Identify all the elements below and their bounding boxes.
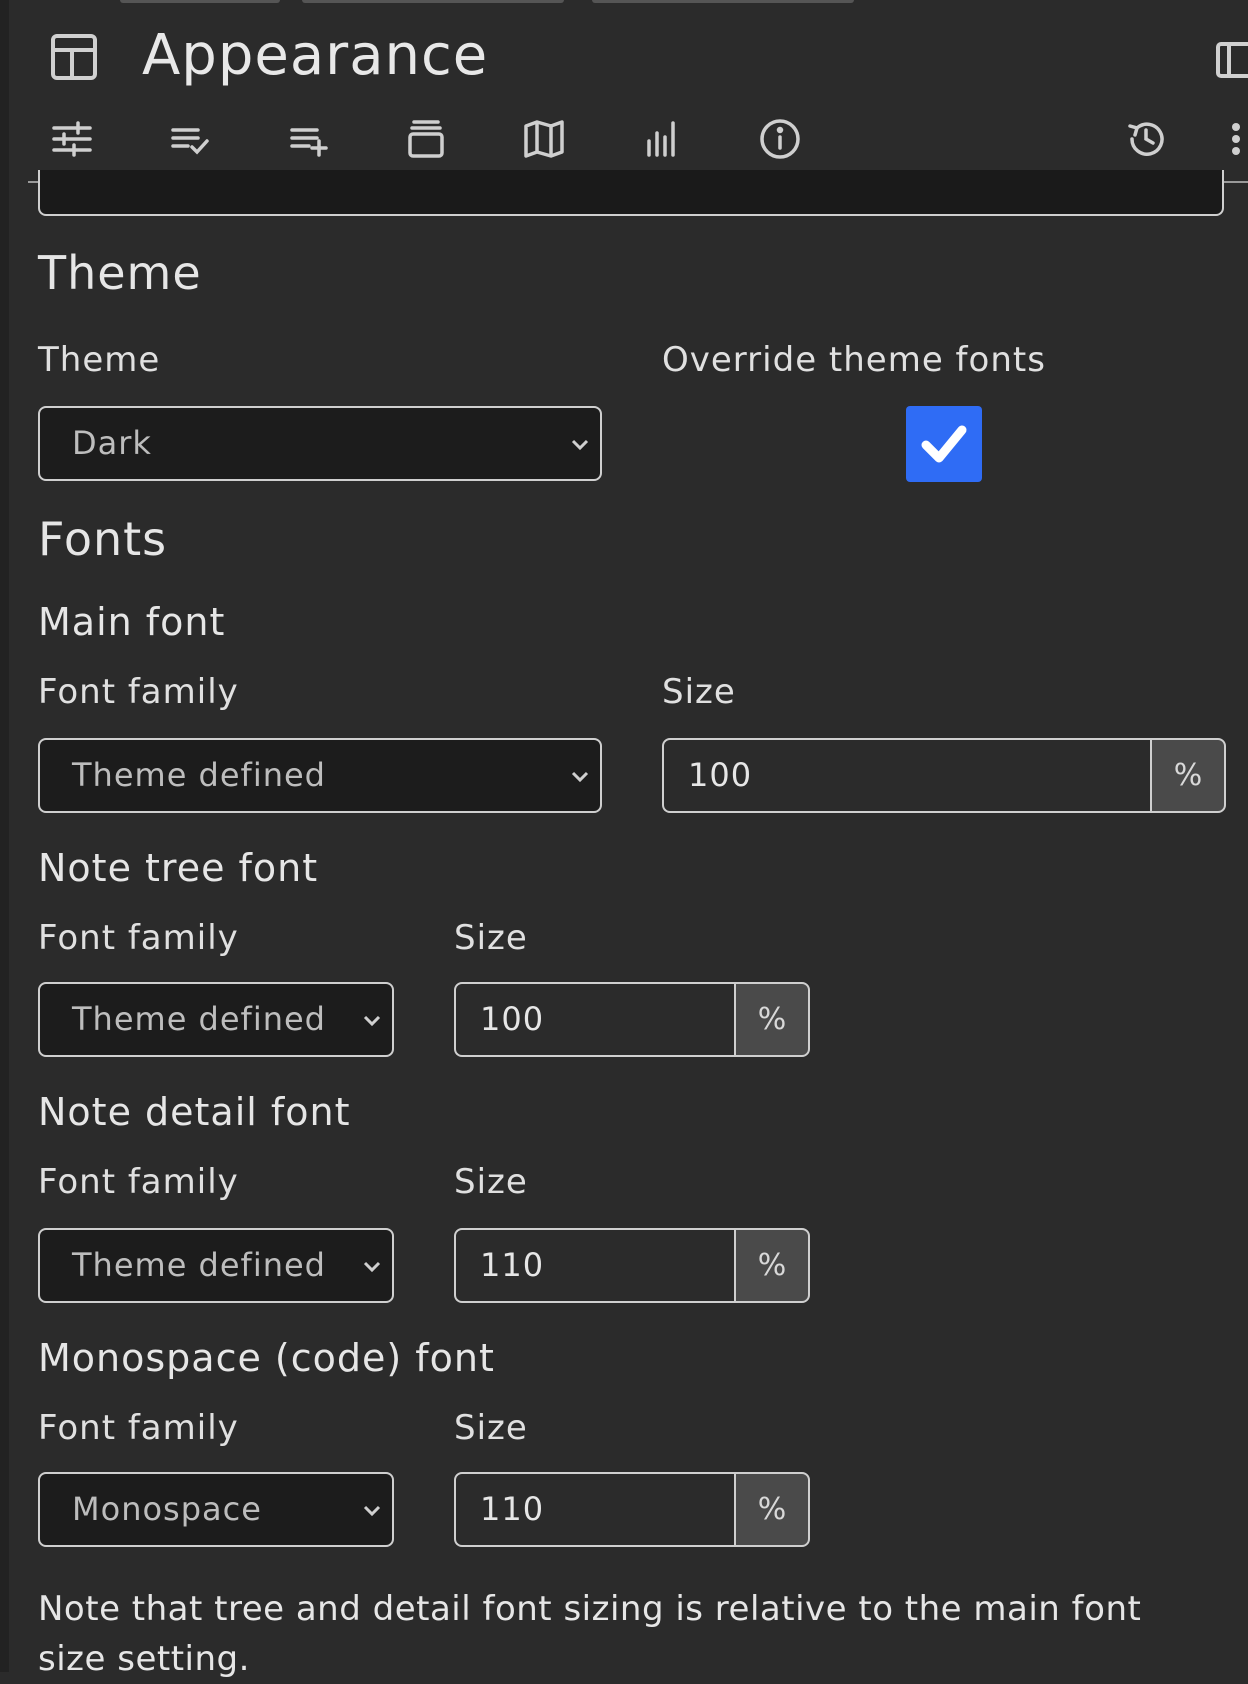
detail-font-size-group: 110 % bbox=[454, 1228, 810, 1303]
tree-font-family-select[interactable]: Theme defined bbox=[38, 982, 394, 1057]
history-icon bbox=[1128, 122, 1164, 156]
layout-icon bbox=[51, 34, 97, 80]
detail-font-size-input[interactable]: 110 bbox=[454, 1228, 734, 1303]
mono-font-family-value: Monospace bbox=[72, 1490, 262, 1528]
ribbon-revisions[interactable] bbox=[1122, 115, 1170, 163]
tree-font-family-value: Theme defined bbox=[72, 1000, 326, 1038]
theme-select[interactable]: Dark bbox=[38, 406, 602, 481]
ribbon-note-map[interactable] bbox=[520, 115, 568, 163]
previous-setting-box[interactable] bbox=[38, 170, 1224, 216]
note-header: Appearance bbox=[0, 0, 1248, 183]
bar-chart-icon bbox=[647, 121, 675, 157]
chevron-down-icon bbox=[362, 984, 384, 1055]
stack-icon bbox=[408, 120, 444, 158]
override-fonts-checkbox[interactable] bbox=[906, 406, 982, 482]
chevron-down-icon bbox=[362, 1230, 384, 1301]
check-icon bbox=[921, 425, 967, 463]
main-font-heading: Main font bbox=[38, 600, 226, 644]
main-font-family-value: Theme defined bbox=[72, 756, 326, 794]
tree-font-size-input[interactable]: 100 bbox=[454, 982, 734, 1057]
mono-font-heading: Monospace (code) font bbox=[38, 1336, 495, 1380]
chevron-down-icon bbox=[570, 408, 592, 479]
percent-unit: % bbox=[734, 982, 810, 1057]
info-icon bbox=[760, 119, 800, 159]
theme-select-value: Dark bbox=[72, 424, 152, 462]
panel-toggle-icon[interactable] bbox=[1215, 40, 1248, 80]
list-check-icon bbox=[171, 128, 209, 155]
detail-font-family-label: Font family bbox=[38, 1162, 239, 1202]
theme-label: Theme bbox=[38, 340, 161, 380]
ribbon-similar-notes[interactable] bbox=[638, 115, 686, 163]
tree-font-size-group: 100 % bbox=[454, 982, 810, 1057]
main-font-size-label: Size bbox=[662, 672, 736, 712]
tree-font-heading: Note tree font bbox=[38, 846, 319, 890]
tree-font-size-label: Size bbox=[454, 918, 528, 958]
main-font-size-group: 100 % bbox=[662, 738, 1226, 813]
detail-font-heading: Note detail font bbox=[38, 1090, 351, 1134]
ribbon-promoted-attributes[interactable] bbox=[402, 115, 450, 163]
more-vertical-icon bbox=[1232, 123, 1240, 155]
window-edge bbox=[0, 0, 9, 1672]
tree-font-family-label: Font family bbox=[38, 918, 239, 958]
mono-font-size-label: Size bbox=[454, 1408, 528, 1448]
mono-font-family-select[interactable]: Monospace bbox=[38, 1472, 394, 1547]
percent-unit: % bbox=[734, 1228, 810, 1303]
sliders-icon bbox=[52, 121, 92, 157]
mono-font-size-group: 110 % bbox=[454, 1472, 810, 1547]
mono-font-family-label: Font family bbox=[38, 1408, 239, 1448]
chevron-down-icon bbox=[570, 740, 592, 811]
main-font-family-label: Font family bbox=[38, 672, 239, 712]
ribbon-basic-properties[interactable] bbox=[48, 115, 96, 163]
mono-font-size-input[interactable]: 110 bbox=[454, 1472, 734, 1547]
main-font-family-select[interactable]: Theme defined bbox=[38, 738, 602, 813]
main-font-size-input[interactable]: 100 bbox=[662, 738, 1150, 813]
percent-unit: % bbox=[734, 1472, 810, 1547]
override-fonts-label: Override theme fonts bbox=[662, 340, 1046, 380]
ribbon-note-info[interactable] bbox=[756, 115, 804, 163]
detail-font-size-label: Size bbox=[454, 1162, 528, 1202]
chevron-down-icon bbox=[362, 1474, 384, 1545]
section-heading-theme: Theme bbox=[38, 246, 202, 300]
detail-font-family-value: Theme defined bbox=[72, 1246, 326, 1284]
ribbon-more[interactable] bbox=[1212, 115, 1248, 163]
ribbon-owned-attributes[interactable] bbox=[166, 115, 214, 163]
section-heading-fonts: Fonts bbox=[38, 512, 168, 566]
list-add-icon bbox=[290, 128, 328, 157]
percent-unit: % bbox=[1150, 738, 1226, 813]
ribbon-inherited-attributes[interactable] bbox=[285, 115, 333, 163]
page-title: Appearance bbox=[142, 23, 489, 88]
map-icon bbox=[524, 120, 564, 158]
font-size-note: Note that tree and detail font sizing is… bbox=[38, 1589, 1142, 1679]
detail-font-family-select[interactable]: Theme defined bbox=[38, 1228, 394, 1303]
